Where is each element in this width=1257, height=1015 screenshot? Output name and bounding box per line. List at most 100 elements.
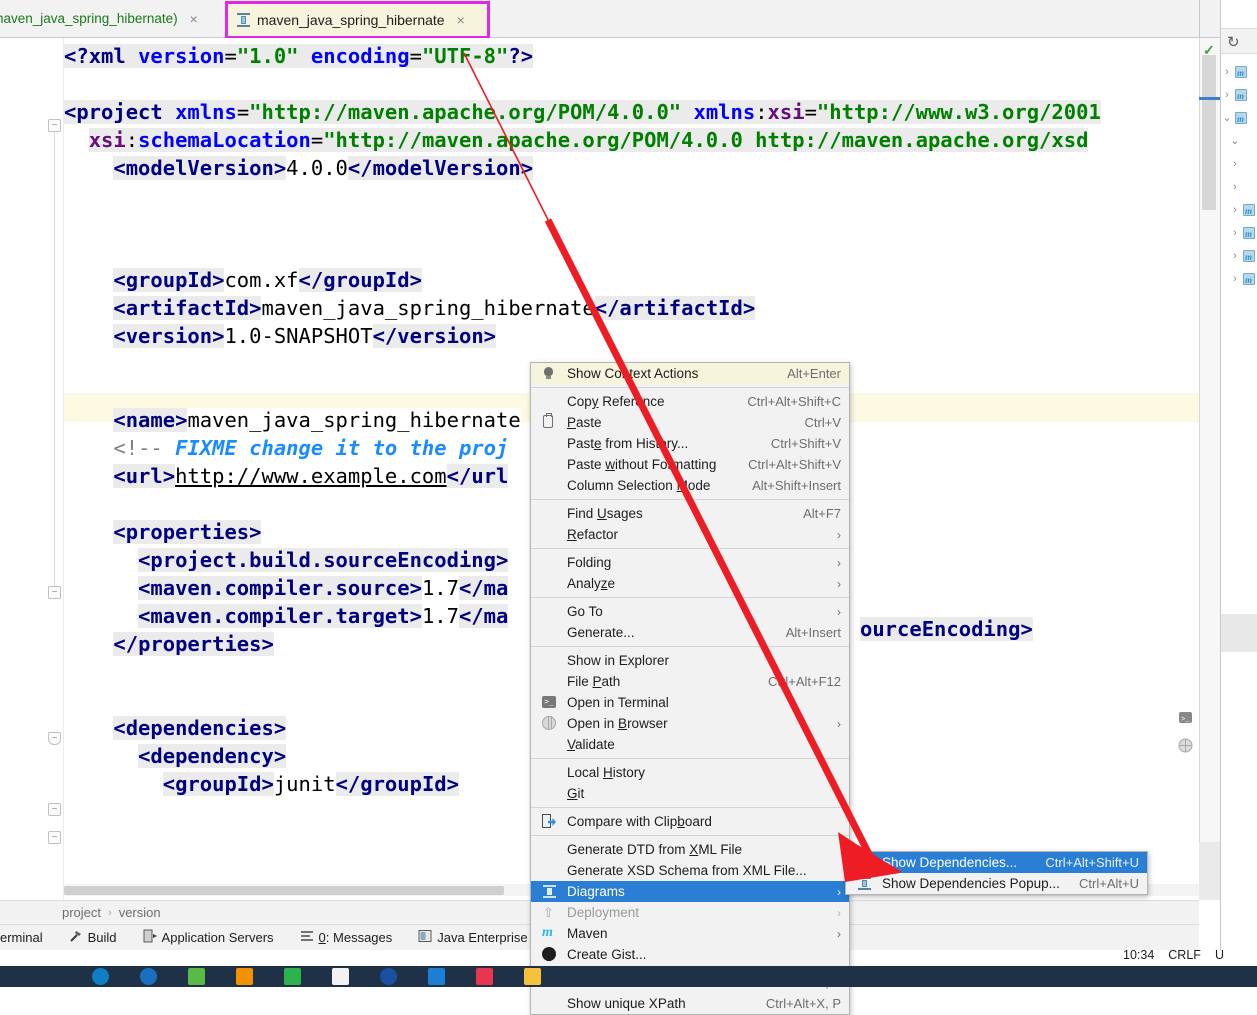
menu-item-generate-xsd-schema-from-xml-file[interactable]: Generate XSD Schema from XML File...: [531, 860, 849, 881]
editor-context-menu[interactable]: Show Context Actions Alt+Enter Copy Refere…: [530, 362, 850, 1015]
code-line: <!-- FIXME change it to the proj: [113, 436, 509, 460]
globe-icon: [542, 716, 556, 730]
lightbulb-icon: [544, 367, 553, 379]
terminal-icon[interactable]: >_: [1178, 710, 1193, 725]
menu-item-shortcut: Alt+Enter: [787, 366, 841, 381]
menu-item-open-in-terminal[interactable]: >_ Open in Terminal: [531, 692, 849, 713]
menu-item-show-dependencies[interactable]: Show Dependencies... Ctrl+Alt+Shift+U: [846, 852, 1147, 873]
editor-tab-bar: m.xml (maven_java_spring_hibernate) × ma…: [0, 0, 1257, 39]
code-line: <dependency>: [138, 744, 287, 768]
menu-item-label: File Path: [567, 674, 621, 689]
menu-item-show-in-explorer[interactable]: Show in Explorer: [531, 650, 849, 671]
vertical-scrollbar-thumb[interactable]: [1202, 55, 1216, 210]
tool-window-application-servers[interactable]: Application Servers: [130, 929, 287, 946]
tool-window-messages[interactable]: 0: Messages: [287, 929, 406, 946]
chevron-icon[interactable]: ›: [1221, 89, 1233, 101]
menu-item-go-to[interactable]: Go To ›: [531, 601, 849, 622]
menu-item-show-unique-xpath[interactable]: Show unique XPath Ctrl+Alt+X, P: [531, 993, 849, 1014]
code-line: <maven.compiler.target>1.7</ma: [138, 604, 509, 628]
breadcrumb-item-project[interactable]: project: [62, 905, 101, 920]
menu-item-generate-dtd-from-xml-file[interactable]: Generate DTD from XML File: [531, 839, 849, 860]
menu-item-paste-without-formatting[interactable]: Paste without Formatting Ctrl+Alt+Shift+V: [531, 454, 849, 475]
maven-module-icon: m: [1235, 65, 1249, 79]
close-icon[interactable]: ×: [190, 11, 198, 27]
chevron-icon[interactable]: ›: [1221, 66, 1233, 78]
code-line: <dependencies>: [113, 716, 287, 740]
maven-tree-row[interactable]: › m: [1221, 60, 1257, 83]
editor-tab-pom-xml[interactable]: m.xml (maven_java_spring_hibernate) ×: [0, 0, 206, 37]
tool-window-java-enterprise[interactable]: Java Enterprise: [405, 929, 540, 946]
maven-tree-row[interactable]: › m: [1221, 267, 1257, 290]
menu-item-git[interactable]: Git ›: [531, 783, 849, 804]
menu-item-column-selection-mode[interactable]: Column Selection Mode Alt+Shift+Insert: [531, 475, 849, 496]
fold-marker-project[interactable]: −: [48, 119, 61, 132]
menu-item-paste-from-history[interactable]: Paste from History... Ctrl+Shift+V: [531, 433, 849, 454]
chevron-icon[interactable]: ›: [1229, 227, 1241, 239]
diagram-icon: [857, 856, 872, 869]
menu-item-show-dependencies-popup[interactable]: Show Dependencies Popup... Ctrl+Alt+U: [846, 873, 1147, 894]
menu-item-folding[interactable]: Folding ›: [531, 552, 849, 573]
tab-label: m.xml (maven_java_spring_hibernate): [0, 11, 178, 26]
svg-text:>_: >_: [1181, 716, 1190, 724]
maven-tree-row[interactable]: › m: [1221, 244, 1257, 267]
maven-tree-row[interactable]: ›: [1221, 175, 1257, 198]
menu-item-compare-with-clipboard[interactable]: Compare with Clipboard: [531, 811, 849, 832]
maven-module-icon: m: [1243, 226, 1257, 240]
menu-item-copy-reference[interactable]: Copy Reference Ctrl+Alt+Shift+C: [531, 391, 849, 412]
chevron-icon[interactable]: ›: [1229, 204, 1241, 216]
code-line: <version>1.0-SNAPSHOT</version>: [113, 324, 497, 348]
menu-item-label: Show unique XPath: [567, 996, 686, 1011]
maven-tree-row[interactable]: › m: [1221, 83, 1257, 106]
tool-window-terminal[interactable]: erminal: [0, 930, 56, 945]
chevron-right-icon: ›: [837, 576, 841, 591]
fold-marker-dependency[interactable]: −: [48, 831, 61, 844]
fold-marker-properties[interactable]: −: [48, 586, 61, 599]
chevron-icon[interactable]: ⌄: [1229, 134, 1241, 147]
diagrams-submenu[interactable]: Show Dependencies... Ctrl+Alt+Shift+U Show…: [845, 851, 1148, 895]
chevron-icon[interactable]: ›: [1229, 273, 1241, 285]
menu-item-label: Diagrams: [567, 884, 625, 899]
globe-icon[interactable]: [1178, 738, 1193, 753]
editor-tab-diagram[interactable]: maven_java_spring_hibernate ×: [225, 1, 490, 39]
maven-tree-row[interactable]: ⌄: [1221, 129, 1257, 152]
fold-marker-properties-end[interactable]: −: [48, 732, 61, 745]
maven-tool-window[interactable]: ↻ › m › m ⌄ m ⌄ › › › m › m › m › m: [1220, 0, 1257, 950]
horizontal-scrollbar-thumb[interactable]: [64, 886, 504, 895]
chevron-icon[interactable]: ›: [1229, 181, 1241, 193]
chevron-icon[interactable]: ›: [1229, 158, 1241, 170]
maven-tree-row[interactable]: ›: [1221, 152, 1257, 175]
maven-tree-row[interactable]: ⌄ m: [1221, 106, 1257, 129]
menu-item-label: Paste: [567, 415, 602, 430]
menu-item-open-in-browser[interactable]: Open in Browser ›: [531, 713, 849, 734]
maven-module-icon: m: [1243, 249, 1257, 263]
menu-item-local-history[interactable]: Local History: [531, 762, 849, 783]
chevron-icon[interactable]: ›: [1229, 250, 1241, 262]
maven-module-icon: m: [1243, 203, 1257, 217]
menu-item-validate[interactable]: Validate: [531, 734, 849, 755]
menu-item-generate[interactable]: Generate... Alt+Insert: [531, 622, 849, 643]
editor-gutter[interactable]: − − − − −: [0, 38, 64, 900]
breadcrumb-item-version[interactable]: version: [119, 905, 161, 920]
tool-window-build[interactable]: Build: [56, 929, 130, 946]
maven-tree-row[interactable]: › m: [1221, 221, 1257, 244]
menu-item-maven[interactable]: m Maven ›: [531, 923, 849, 944]
menu-item-paste[interactable]: Paste Ctrl+V: [531, 412, 849, 433]
menu-item-refactor[interactable]: Refactor ›: [531, 524, 849, 545]
fold-marker-dependencies[interactable]: −: [48, 803, 61, 816]
menu-item-label: Show Context Actions: [567, 366, 699, 381]
menu-item-analyze[interactable]: Analyze ›: [531, 573, 849, 594]
close-icon[interactable]: ×: [457, 12, 465, 28]
menu-item-label: Folding: [567, 555, 612, 570]
code-line: <maven.compiler.source>1.7</ma: [138, 576, 509, 600]
java-ee-icon: [418, 929, 432, 946]
chevron-icon[interactable]: ⌄: [1221, 111, 1233, 124]
chevron-right-icon: ›: [837, 884, 841, 899]
refresh-icon[interactable]: ↻: [1227, 33, 1240, 51]
menu-item-find-usages[interactable]: Find Usages Alt+F7: [531, 503, 849, 524]
menu-item-show-context-actions[interactable]: Show Context Actions Alt+Enter: [531, 363, 849, 384]
menu-item-file-path[interactable]: File Path Ctrl+Alt+F12: [531, 671, 849, 692]
maven-tree-row[interactable]: › m: [1221, 198, 1257, 221]
menu-separator: [531, 499, 849, 500]
chevron-right-icon: ›: [837, 905, 841, 920]
menu-item-diagrams[interactable]: Diagrams ›: [531, 881, 849, 902]
